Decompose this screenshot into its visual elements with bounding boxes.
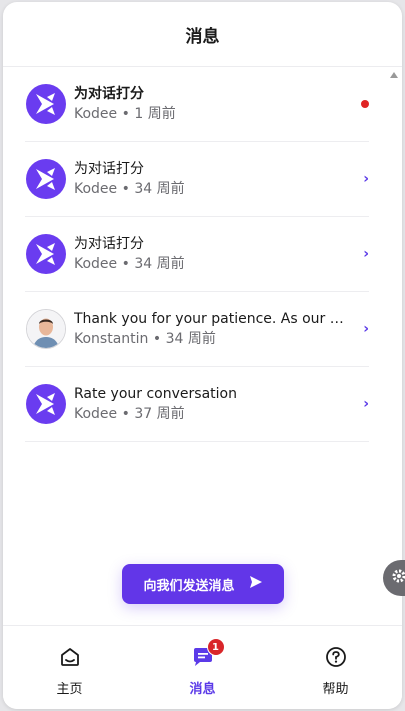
message-time: 34 周前	[165, 331, 216, 347]
message-title: 为对话打分	[74, 86, 144, 102]
kodee-logo-icon	[26, 234, 66, 274]
send-message-button[interactable]: 向我们发送消息	[122, 564, 284, 604]
message-time: 34 周前	[134, 181, 185, 197]
message-meta: Kodee • 34 周前	[74, 254, 347, 274]
nav-home[interactable]: 主页	[3, 626, 136, 709]
message-title: 为对话打分	[74, 236, 144, 252]
kodee-logo-icon	[26, 159, 66, 199]
nav-home-label: 主页	[56, 682, 83, 697]
row-trail: ›	[347, 321, 369, 337]
page-title: 消息	[185, 26, 220, 47]
meta-separator: •	[121, 106, 130, 122]
message-row[interactable]: 为对话打分 Kodee • 1 周前	[25, 67, 369, 142]
message-row[interactable]: Thank you for your patience. As our s...…	[25, 292, 369, 367]
chevron-right-icon: ›	[363, 396, 369, 412]
user-avatar	[26, 309, 66, 349]
meta-separator: •	[152, 331, 162, 347]
kodee-logo-icon	[26, 84, 66, 124]
message-sender: Kodee	[74, 181, 118, 197]
row-trail	[347, 100, 369, 108]
message-sender: Kodee	[74, 256, 118, 272]
message-row[interactable]: 为对话打分 Kodee • 34 周前 ›	[25, 217, 369, 292]
send-button-label: 向我们发送消息	[143, 578, 235, 594]
row-trail: ›	[347, 396, 369, 412]
scroll-up-arrow[interactable]	[390, 72, 398, 78]
message-text: Rate your conversation Kodee • 37 周前	[74, 384, 347, 424]
chevron-right-icon: ›	[363, 171, 369, 187]
message-meta: Kodee • 37 周前	[74, 404, 347, 424]
message-meta: Kodee • 34 周前	[74, 179, 347, 199]
meta-separator: •	[121, 406, 130, 422]
bottom-nav: 主页 1 消息 帮助	[3, 625, 402, 709]
message-time: 1 周前	[134, 106, 176, 122]
unread-count-badge: 1	[206, 638, 225, 656]
message-time: 34 周前	[134, 256, 185, 272]
row-trail: ›	[347, 246, 369, 262]
message-row[interactable]: Rate your conversation Kodee • 37 周前 ›	[25, 367, 369, 442]
message-sender: Kodee	[74, 106, 118, 122]
message-row[interactable]: 为对话打分 Kodee • 34 周前 ›	[25, 142, 369, 217]
chevron-right-icon: ›	[363, 321, 369, 337]
message-time: 37 周前	[134, 406, 185, 422]
nav-messages[interactable]: 1 消息	[136, 626, 269, 709]
header: 消息	[3, 2, 402, 67]
message-list: 为对话打分 Kodee • 1 周前 为对话打分 Kodee • 34 周前 ›…	[3, 67, 391, 442]
row-trail: ›	[347, 171, 369, 187]
unread-dot	[361, 100, 369, 108]
message-text: 为对话打分 Kodee • 34 周前	[74, 234, 347, 274]
home-icon	[59, 646, 81, 672]
message-title: Rate your conversation	[74, 386, 237, 402]
message-sender: Konstantin	[74, 331, 149, 347]
kodee-logo-icon	[26, 384, 66, 424]
message-meta: Konstantin • 34 周前	[74, 329, 347, 349]
chevron-right-icon: ›	[363, 246, 369, 262]
meta-separator: •	[121, 181, 130, 197]
nav-messages-label: 消息	[189, 682, 216, 697]
message-text: 为对话打分 Kodee • 34 周前	[74, 159, 347, 199]
gear-icon	[391, 568, 405, 588]
message-text: 为对话打分 Kodee • 1 周前	[74, 84, 347, 124]
send-arrow-icon	[249, 575, 263, 593]
nav-help[interactable]: 帮助	[269, 626, 402, 709]
message-title: 为对话打分	[74, 161, 144, 177]
message-text: Thank you for your patience. As our s...…	[74, 309, 347, 349]
meta-separator: •	[121, 256, 130, 272]
message-meta: Kodee • 1 周前	[74, 104, 347, 124]
help-circle-icon	[325, 646, 347, 672]
messenger-panel: 消息 为对话打分 Kodee • 1 周前 为对话打分 Kodee • 34 周…	[3, 2, 402, 709]
message-sender: Kodee	[74, 406, 118, 422]
nav-help-label: 帮助	[322, 682, 349, 697]
message-title: Thank you for your patience. As our s...	[74, 311, 347, 327]
